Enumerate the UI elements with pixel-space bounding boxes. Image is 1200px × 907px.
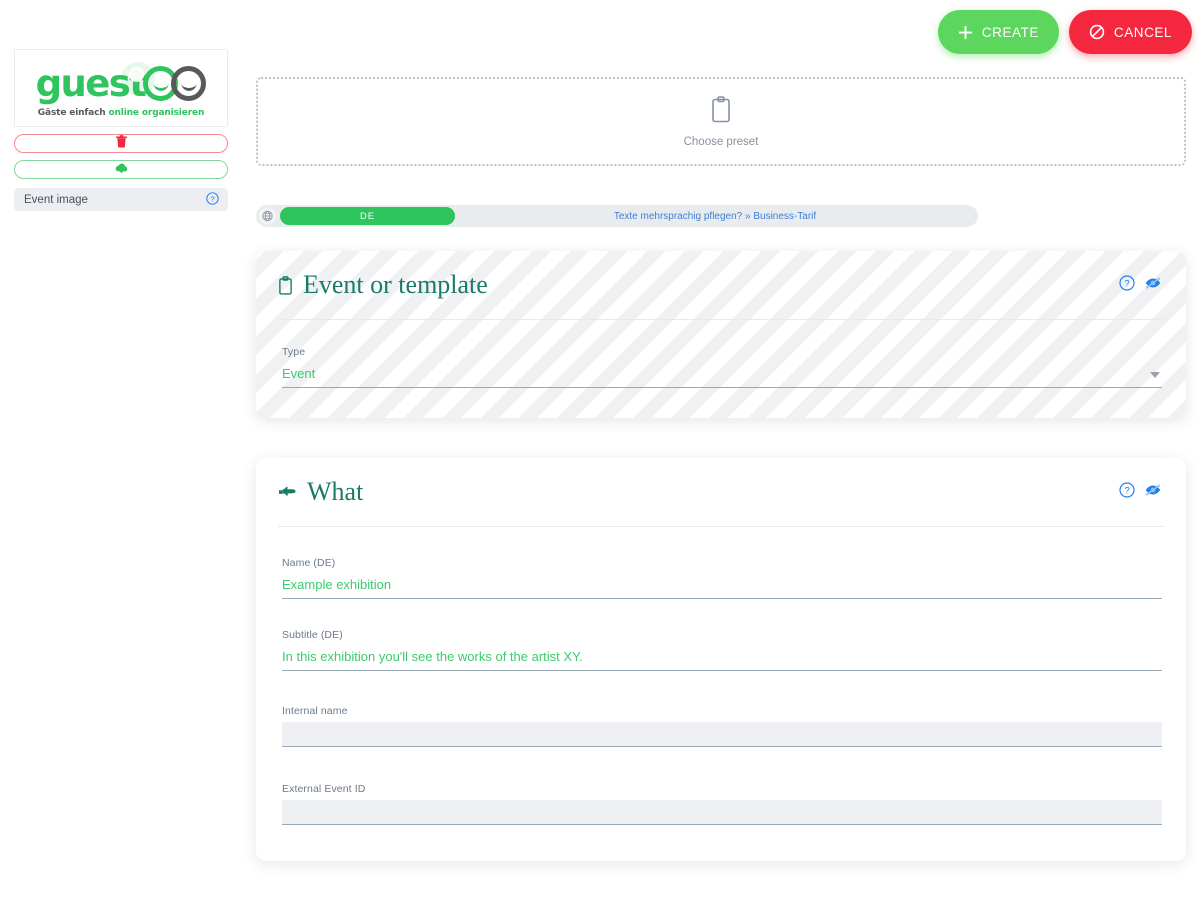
field-label: Type [282,346,306,358]
help-circle-icon[interactable]: ? [1119,274,1135,296]
internal-name-input[interactable] [282,722,1162,747]
create-button[interactable]: CREATE [937,10,1059,54]
field-name-de: Name (DE) Example exhibition [282,557,1162,599]
name-de-input[interactable]: Example exhibition [282,574,1162,599]
field-label: Name (DE) [282,557,336,569]
card-header: What ? [256,458,1186,526]
help-circle-icon[interactable]: ? [1119,481,1135,503]
pointing-hand-icon [278,484,297,500]
field-type: Type Event [282,346,1162,388]
chevron-down-icon [1150,372,1160,378]
logo-smile-gray [181,83,197,91]
card-title-row: Event or template [278,270,488,300]
card-header: Event or template ? [256,251,1186,319]
logo-tagline-online: online [108,107,140,118]
language-tab-de[interactable]: DE [280,207,455,225]
card-title-text: What [307,477,364,506]
logo-ghost-dot [129,66,144,82]
globe-icon [259,207,276,225]
multilingual-upsell-link[interactable]: Texte mehrsprachig pflegen? » Business-T… [452,211,978,222]
field-label: Internal name [282,705,348,717]
card-body: Name (DE) Example exhibition Subtitle (D… [256,527,1186,861]
clipboard-icon [278,275,293,295]
subtitle-de-input[interactable]: In this exhibition you'll see the works … [282,646,1162,671]
choose-preset-label: Choose preset [683,135,759,148]
event-image-label-row: Event image ? [14,188,228,211]
trash-icon [115,134,127,153]
delete-image-button[interactable] [14,134,228,153]
svg-text:?: ? [210,194,214,203]
language-bar: DE Texte mehrsprachig pflegen? » Busines… [256,205,978,227]
card-event-or-template: Event or template ? Type Event [256,251,1186,418]
cloud-download-icon [115,161,128,179]
field-label: External Event ID [282,783,366,795]
card-header-icons: ? [1119,274,1162,296]
main-column: Choose preset DE Texte mehrsprachig pfle… [256,0,1186,861]
clipboard-icon [710,95,732,128]
plus-icon [958,25,973,40]
create-button-label: CREATE [981,24,1039,40]
field-label: Subtitle (DE) [282,629,343,641]
logo-mark: guest [25,61,217,107]
logo-tagline-organisieren: organisieren [141,107,205,118]
card-title-text: Event or template [303,270,488,299]
event-image-label: Event image [24,193,88,206]
logo-circle-gray [171,66,207,101]
field-subtitle-de: Subtitle (DE) In this exhibition you'll … [282,629,1162,671]
field-internal-name: Internal name [282,705,1162,747]
external-event-id-input[interactable] [282,800,1162,825]
eye-slash-icon[interactable] [1144,275,1162,296]
field-external-event-id: External Event ID [282,783,1162,825]
block-icon [1089,24,1105,40]
eye-slash-icon[interactable] [1144,482,1162,503]
svg-text:?: ? [1124,485,1129,496]
card-body: Type Event [256,320,1186,418]
type-select[interactable]: Event [282,363,1162,388]
download-image-button[interactable] [14,160,228,179]
help-circle-icon[interactable]: ? [206,191,219,208]
top-action-bar: CREATE CANCEL [937,10,1192,54]
card-header-icons: ? [1119,481,1162,503]
card-what: What ? Name (DE) Example exhibition Subt… [256,458,1186,861]
logo-tagline-part1: Gäste einfach [37,107,109,118]
svg-text:?: ? [1124,278,1129,289]
sidebar: guest Gäste einfach online organisieren [14,49,228,211]
card-title-row: What [278,477,363,507]
choose-preset-dropzone[interactable]: Choose preset [256,77,1186,166]
cancel-button-label: CANCEL [1113,24,1172,40]
logo-smile-green [153,83,169,91]
logo-tagline: Gäste einfach online organisieren [37,107,205,118]
brand-logo: guest Gäste einfach online organisieren [14,49,228,127]
cancel-button[interactable]: CANCEL [1068,10,1192,54]
